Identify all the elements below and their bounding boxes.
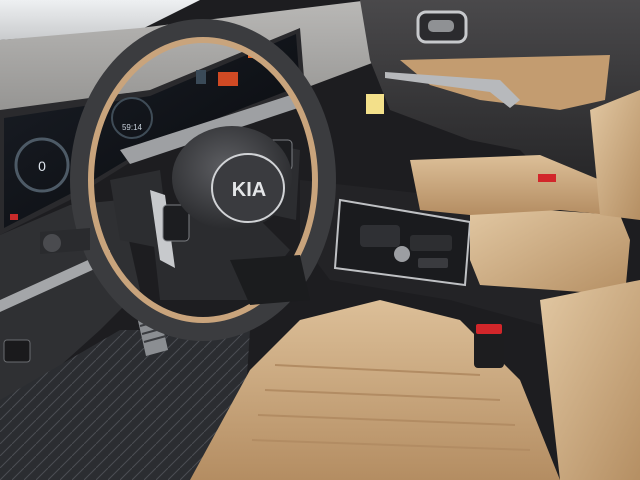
- headlight-switch: [3, 339, 31, 363]
- screen-tile: [196, 70, 206, 84]
- window-sticker: [366, 94, 384, 114]
- door-handle-lever: [428, 20, 454, 32]
- cup-holder: [360, 225, 400, 247]
- cluster-time-readout: 59:14: [122, 123, 143, 132]
- kia-logo: KIA: [232, 179, 266, 201]
- seatbelt-release-button: [476, 324, 502, 334]
- center-armrest: [470, 205, 630, 295]
- passenger-seatbelt-tab: [538, 174, 556, 182]
- cluster-range-readout: 0: [38, 158, 46, 174]
- console-buttons: [410, 235, 452, 251]
- screen-warning-light: [10, 214, 18, 220]
- car-interior-photo: 0 59:14 KIA: [0, 0, 640, 480]
- screen-tile-red: [218, 72, 238, 86]
- stalk-knob: [43, 234, 61, 252]
- drive-mode-knob: [394, 246, 410, 262]
- console-switches: [418, 258, 448, 268]
